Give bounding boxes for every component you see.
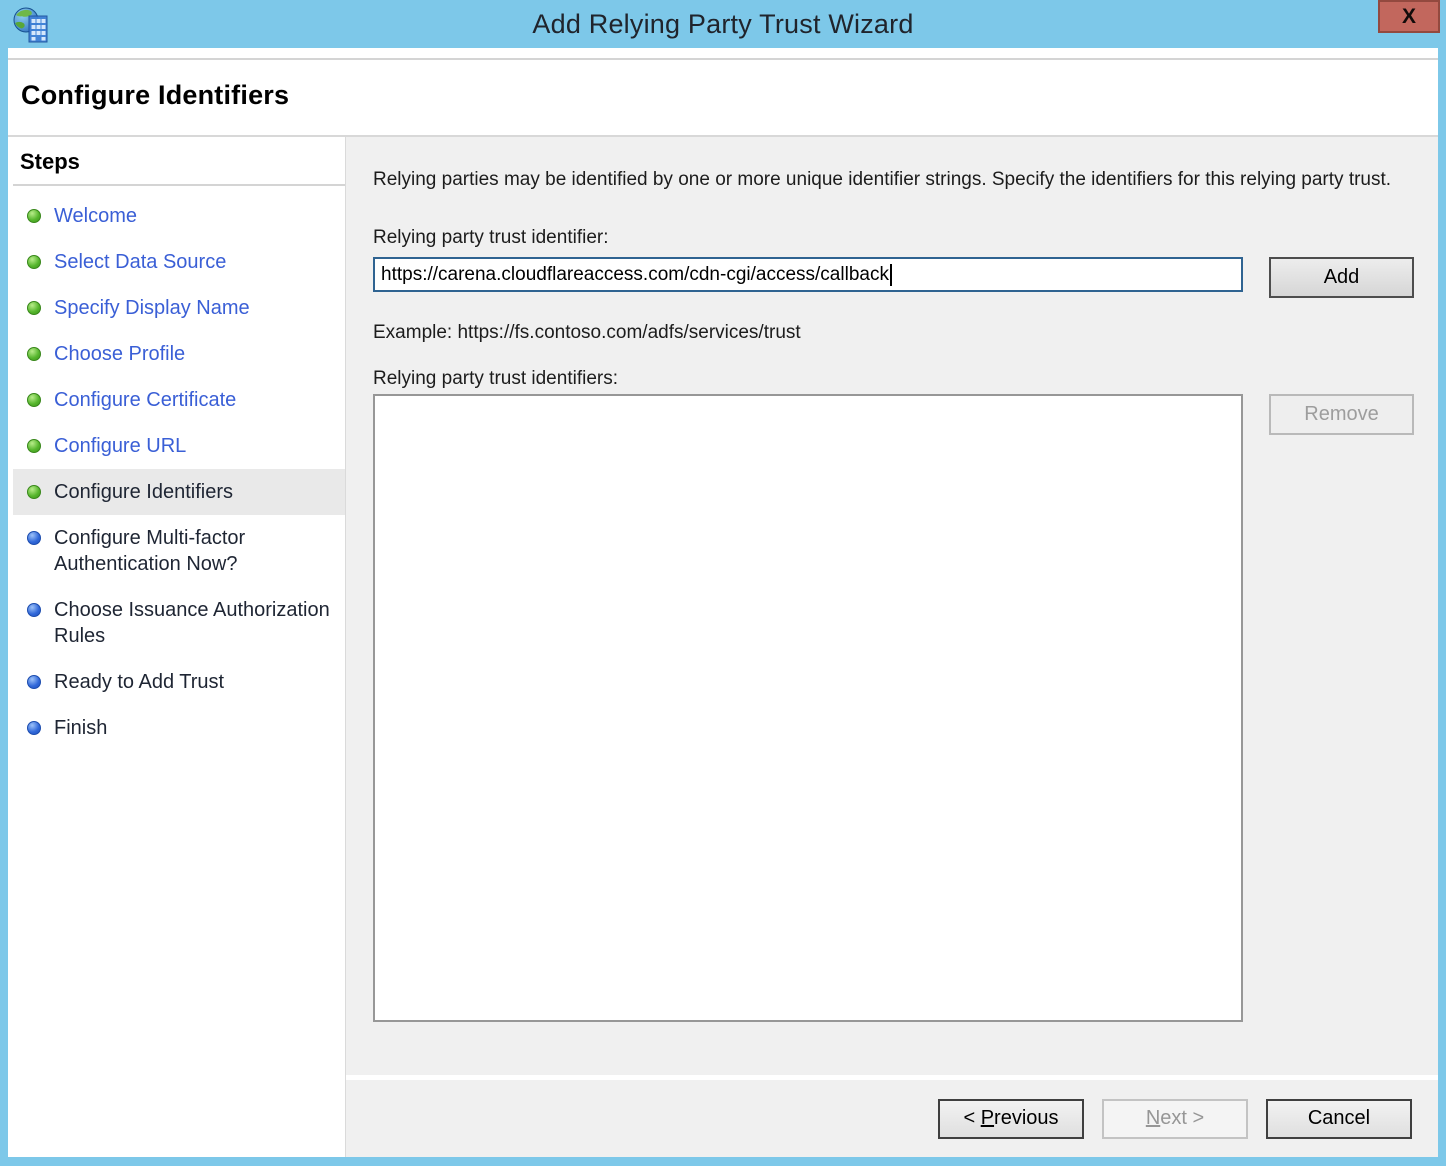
identifiers-list-label: Relying party trust identifiers: xyxy=(373,368,1412,390)
step-item-welcome[interactable]: Welcome xyxy=(13,193,345,239)
step-item-specify-display-name[interactable]: Specify Display Name xyxy=(13,285,345,331)
step-completed-bullet-icon xyxy=(27,301,41,315)
text-caret xyxy=(890,264,892,286)
step-item-configure-certificate[interactable]: Configure Certificate xyxy=(13,377,345,423)
step-upcoming-bullet-icon xyxy=(27,531,41,545)
window-title: Add Relying Party Trust Wizard xyxy=(0,9,1446,40)
step-item-choose-issuance-rules[interactable]: Choose Issuance Authorization Rules xyxy=(13,587,345,659)
step-completed-bullet-icon xyxy=(27,255,41,269)
step-upcoming-bullet-icon xyxy=(27,675,41,689)
step-item-choose-profile[interactable]: Choose Profile xyxy=(13,331,345,377)
identifier-field-label: Relying party trust identifier: xyxy=(373,227,1412,249)
previous-button[interactable]: < Previous xyxy=(938,1099,1084,1139)
steps-heading: Steps xyxy=(20,149,345,175)
cancel-button[interactable]: Cancel xyxy=(1266,1099,1412,1139)
step-completed-bullet-icon xyxy=(27,439,41,453)
step-item-ready-to-add-trust[interactable]: Ready to Add Trust xyxy=(13,659,345,705)
step-item-configure-identifiers[interactable]: Configure Identifiers xyxy=(13,469,345,515)
remove-button[interactable]: Remove xyxy=(1269,394,1414,435)
step-completed-bullet-icon xyxy=(27,393,41,407)
footer-button-bar: < Previous Next > Cancel xyxy=(346,1080,1438,1157)
steps-sidebar: Steps Welcome Select Data Source Specify… xyxy=(8,137,345,1157)
step-item-select-data-source[interactable]: Select Data Source xyxy=(13,239,345,285)
add-button[interactable]: Add xyxy=(1269,257,1414,298)
page-header: Configure Identifiers xyxy=(8,48,1438,137)
steps-divider xyxy=(13,184,345,186)
close-icon: X xyxy=(1402,6,1416,27)
step-item-finish[interactable]: Finish xyxy=(13,705,345,751)
adfs-app-icon xyxy=(13,6,49,44)
identifier-input-value: https://carena.cloudflareaccess.com/cdn-… xyxy=(381,264,889,286)
step-upcoming-bullet-icon xyxy=(27,721,41,735)
main-content: Relying parties may be identified by one… xyxy=(346,137,1438,1075)
titlebar: Add Relying Party Trust Wizard X xyxy=(0,0,1446,48)
page-title: Configure Identifiers xyxy=(21,80,1438,111)
next-button[interactable]: Next > xyxy=(1102,1099,1248,1139)
example-text: Example: https://fs.contoso.com/adfs/ser… xyxy=(373,322,1412,344)
identifiers-listbox[interactable] xyxy=(373,394,1243,1022)
step-current-bullet-icon xyxy=(27,485,41,499)
step-item-configure-multifactor[interactable]: Configure Multi-factor Authentication No… xyxy=(13,515,345,587)
header-hairline xyxy=(8,58,1438,60)
close-button[interactable]: X xyxy=(1378,0,1440,33)
steps-list: Welcome Select Data Source Specify Displ… xyxy=(13,193,345,751)
step-item-configure-url[interactable]: Configure URL xyxy=(13,423,345,469)
step-completed-bullet-icon xyxy=(27,347,41,361)
intro-text: Relying parties may be identified by one… xyxy=(373,167,1403,193)
wizard-dialog: Configure Identifiers Steps Welcome Sele… xyxy=(8,48,1438,1157)
identifier-input[interactable]: https://carena.cloudflareaccess.com/cdn-… xyxy=(373,257,1243,292)
step-upcoming-bullet-icon xyxy=(27,603,41,617)
step-completed-bullet-icon xyxy=(27,209,41,223)
